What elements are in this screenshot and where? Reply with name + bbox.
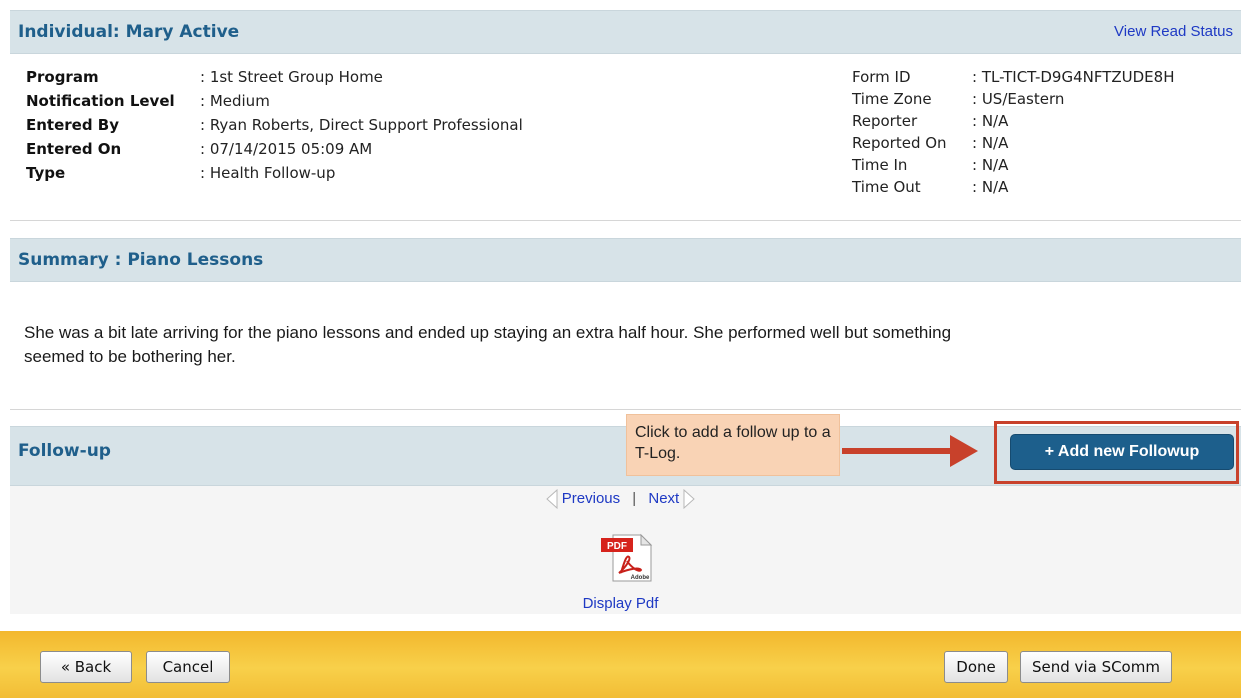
detail-label: Reporter (852, 112, 918, 130)
chevron-left-icon[interactable] (545, 489, 558, 509)
callout-arrow-icon (950, 435, 978, 467)
followup-title: Follow-up (18, 441, 111, 461)
detail-value: : Ryan Roberts, Direct Support Professio… (200, 116, 523, 134)
detail-value: : TL-TICT-D9G4NFTZUDE8H (972, 68, 1175, 86)
detail-label: Type (26, 164, 66, 182)
send-via-scomm-button[interactable]: Send via SComm (1020, 651, 1172, 683)
pager-separator: | (632, 489, 637, 507)
view-read-status-link[interactable]: View Read Status (1114, 23, 1233, 40)
details-left: Program : 1st Street Group Home Notifica… (26, 68, 726, 188)
detail-label: Form ID (852, 68, 911, 86)
detail-notification-level: Notification Level : Medium (26, 92, 726, 116)
detail-label: Time In (852, 156, 908, 174)
detail-program: Program : 1st Street Group Home (26, 68, 726, 92)
detail-label: Entered By (26, 116, 120, 134)
detail-label: Reported On (852, 134, 947, 152)
detail-label: Time Out (852, 178, 921, 196)
next-link[interactable]: Next (648, 490, 679, 507)
detail-label: Time Zone (852, 90, 932, 108)
detail-label: Entered On (26, 140, 122, 158)
detail-value: : N/A (972, 134, 1009, 152)
detail-value: : N/A (972, 112, 1009, 130)
pdf-brand-text: Adobe (631, 575, 650, 581)
detail-value: : US/Eastern (972, 90, 1065, 108)
pdf-badge-text: PDF (607, 541, 627, 552)
details-right: Form ID : TL-TICT-D9G4NFTZUDE8H Time Zon… (852, 68, 1237, 200)
summary-title: Summary : Piano Lessons (18, 250, 264, 270)
detail-time-in: Time In : N/A (852, 156, 1237, 178)
individual-header: Individual: Mary Active View Read Status (10, 10, 1241, 54)
detail-value: : N/A (972, 178, 1009, 196)
detail-reporter: Reporter : N/A (852, 112, 1237, 134)
detail-type: Type : Health Follow-up (26, 164, 726, 188)
detail-time-zone: Time Zone : US/Eastern (852, 90, 1237, 112)
previous-link[interactable]: Previous (562, 490, 620, 507)
detail-value: : N/A (972, 156, 1009, 174)
detail-entered-on: Entered On : 07/14/2015 05:09 AM (26, 140, 726, 164)
summary-text: She was a bit late arriving for the pian… (24, 323, 952, 366)
divider (10, 409, 1241, 410)
detail-entered-by: Entered By : Ryan Roberts, Direct Suppor… (26, 116, 726, 140)
display-pdf-container: Display Pdf (0, 594, 1241, 612)
cancel-button[interactable]: Cancel (146, 651, 230, 683)
detail-label: Notification Level (26, 92, 175, 110)
done-button[interactable]: Done (944, 651, 1008, 683)
callout-arrow-line (842, 448, 962, 454)
detail-form-id: Form ID : TL-TICT-D9G4NFTZUDE8H (852, 68, 1237, 90)
detail-value: : 1st Street Group Home (200, 68, 383, 86)
detail-value: : 07/14/2015 05:09 AM (200, 140, 373, 158)
add-followup-tooltip: Click to add a follow up to a T-Log. (626, 414, 840, 476)
chevron-right-icon[interactable] (683, 489, 696, 509)
detail-reported-on: Reported On : N/A (852, 134, 1237, 156)
detail-value: : Medium (200, 92, 270, 110)
pager: Previous | Next (0, 489, 1241, 509)
add-new-followup-button[interactable]: + Add new Followup (1010, 434, 1234, 470)
detail-time-out: Time Out : N/A (852, 178, 1237, 200)
detail-value: : Health Follow-up (200, 164, 336, 182)
display-pdf-link[interactable]: Display Pdf (583, 595, 659, 612)
individual-title: Individual: Mary Active (18, 22, 240, 42)
back-button[interactable]: « Back (40, 651, 132, 683)
divider (10, 220, 1241, 221)
detail-label: Program (26, 68, 99, 86)
pdf-icon[interactable]: PDF Adobe (599, 533, 655, 583)
summary-header: Summary : Piano Lessons (10, 238, 1241, 282)
footer-bar: « Back Cancel Done Send via SComm (0, 631, 1241, 698)
